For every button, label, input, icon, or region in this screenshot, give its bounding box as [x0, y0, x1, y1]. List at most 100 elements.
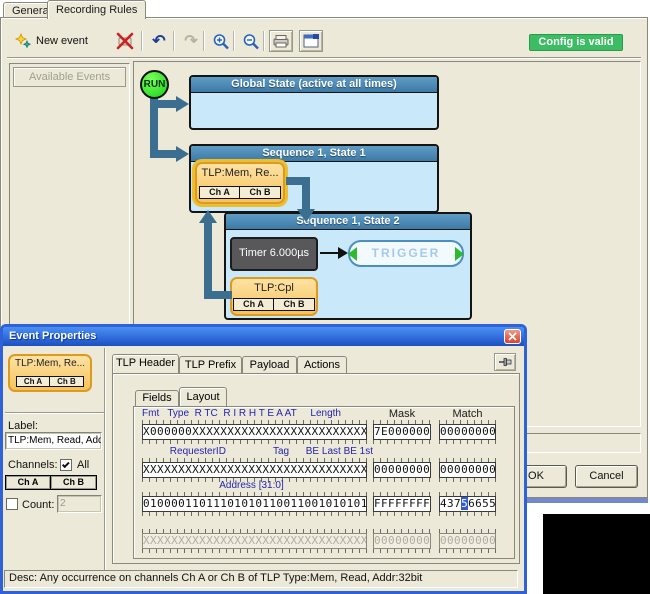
count-checkbox[interactable] — [6, 498, 18, 510]
tab-actions[interactable]: Actions — [297, 356, 347, 373]
pin-button[interactable] — [494, 353, 516, 371]
pushpin-icon — [498, 356, 513, 368]
tick-ruler — [439, 440, 496, 444]
tlp-mem-event[interactable]: TLP:Mem, Re... Ch A Ch B — [195, 162, 285, 204]
tick-ruler — [373, 440, 431, 444]
match-field[interactable]: 00000000 — [439, 462, 496, 478]
checkmark-icon — [61, 460, 69, 468]
bits-field[interactable]: X000000XXXXXXXXXXXXXXXXXXXXXXXXX — [142, 424, 367, 440]
match-text: 437 — [440, 497, 461, 510]
tab-tlp-header[interactable]: TLP Header — [112, 354, 179, 373]
tlp-cpl-event-label: TLP:Cpl — [232, 282, 316, 294]
printer-icon — [272, 34, 290, 48]
undo-button[interactable] — [147, 30, 171, 52]
match-field[interactable]: 00000000 — [439, 424, 496, 440]
bits-field[interactable]: 01000011011101010110011001010101 — [142, 496, 367, 512]
timer-node[interactable]: Timer 6.000µs — [230, 237, 318, 271]
event-properties-dialog: Event Properties TLP:Mem, Re... Ch A Ch … — [0, 324, 527, 594]
trigger-node[interactable]: TRIGGER — [348, 240, 464, 267]
match-field: 00000000 — [439, 533, 496, 549]
match-field-group: 00000000 — [439, 529, 496, 553]
toolbar-separator — [263, 31, 265, 51]
arrowhead-to-state2 — [297, 209, 315, 222]
column-separator — [104, 348, 106, 586]
bits-field-group: X000000XXXXXXXXXXXXXXXXXXXXXXXXX — [142, 420, 367, 444]
channel-b-button[interactable]: Ch B — [274, 298, 315, 311]
channel-a-button[interactable]: Ch A — [5, 475, 51, 490]
seq1-state2-title: Sequence 1, State 2 — [226, 214, 470, 230]
zoom-out-button[interactable] — [239, 30, 263, 52]
bit-row-caption: Address [31:0] — [142, 480, 284, 491]
layout-panel: Fmt Type R TC R I R H T E A AT Length Ma… — [133, 406, 515, 559]
print-view-button[interactable] — [269, 30, 293, 52]
all-channels-label: All — [77, 459, 89, 471]
match-field-group: 00000000 — [439, 458, 496, 482]
connector-timer-to-trigger — [320, 252, 340, 254]
mask-field[interactable]: FFFFFFFF — [373, 496, 431, 512]
mask-field-group: FFFFFFFF — [373, 492, 431, 516]
new-event-button[interactable]: New event — [15, 30, 88, 52]
mask-field[interactable]: 7E000000 — [373, 424, 431, 440]
cancel-button[interactable]: Cancel — [575, 465, 638, 488]
toolbar-divider — [7, 57, 641, 59]
channels-caption: Channels: — [8, 459, 58, 471]
channel-b-button[interactable]: Ch B — [51, 475, 97, 490]
mask-field-group: 00000000 — [373, 529, 431, 553]
bit-row-dw0: Fmt Type R TC R I R H T E A AT Length Ma… — [134, 408, 514, 446]
tick-ruler — [373, 549, 431, 553]
event-preview: TLP:Mem, Re... Ch A Ch B — [8, 354, 92, 392]
black-overlay — [543, 514, 650, 594]
label-input[interactable]: TLP:Mem, Read, Addr: — [5, 432, 102, 450]
tab-payload[interactable]: Payload — [242, 356, 297, 373]
arrowhead-back-to-state1 — [199, 210, 217, 223]
trigger-left-cap-icon — [348, 247, 357, 261]
channel-buttons: Ch A Ch B — [5, 475, 97, 490]
count-caption: Count: — [22, 499, 54, 511]
delete-event-icon — [115, 32, 135, 50]
channel-b-button[interactable]: Ch B — [240, 186, 281, 199]
tlp-cpl-event[interactable]: TLP:Cpl Ch A Ch B — [230, 277, 318, 316]
subtab-fields[interactable]: Fields — [135, 390, 179, 406]
tab-recording-rules[interactable]: Recording Rules — [47, 0, 146, 19]
delete-event-button[interactable] — [113, 30, 137, 52]
bit-row-address: Address [31:0] 0100001101110101011001100… — [134, 480, 514, 518]
channel-a-button[interactable]: Ch A — [233, 298, 274, 311]
match-field-group: 43756655 — [439, 492, 496, 516]
arrowhead-to-state1 — [176, 146, 189, 162]
bit-row-disabled: XXXXXXXXXXXXXXXXXXXXXXXXXXXXXXXX 0000000… — [134, 517, 514, 555]
connector-cpl-vertical — [204, 222, 212, 299]
bits-field-group: 01000011011101010110011001010101 — [142, 492, 367, 516]
tab-tlp-prefix[interactable]: TLP Prefix — [179, 356, 242, 373]
subtab-layout[interactable]: Layout — [179, 387, 227, 406]
bits-field: XXXXXXXXXXXXXXXXXXXXXXXXXXXXXXXX — [142, 533, 367, 549]
global-state-box[interactable]: Global State (active at all times) — [189, 75, 439, 130]
label-caption: Label: — [8, 420, 38, 432]
tick-ruler — [439, 549, 496, 553]
properties-view-button[interactable] — [299, 30, 323, 52]
bits-field[interactable]: XXXXXXXXXXXXXXXXXXXXXXXXXXXXXXXX — [142, 462, 367, 478]
redo-button[interactable] — [179, 30, 203, 52]
dialog-content: TLP:Mem, Re... Ch A Ch B Label: TLP:Mem,… — [3, 346, 524, 591]
all-channels-checkbox[interactable] — [60, 459, 72, 471]
bits-field-group: XXXXXXXXXXXXXXXXXXXXXXXXXXXXXXXX — [142, 529, 367, 553]
zoom-in-button[interactable] — [209, 30, 233, 52]
close-button[interactable] — [504, 329, 521, 344]
toolbar-separator — [141, 31, 143, 51]
tick-ruler — [142, 549, 367, 553]
left-separator — [5, 412, 104, 414]
tab-general-label: General — [12, 5, 51, 17]
tlp-header-panel: Fields Layout Fmt Type R TC R I R H T E … — [112, 373, 520, 564]
tlp-mem-channels: Ch A Ch B — [197, 186, 283, 199]
mask-field[interactable]: 00000000 — [373, 462, 431, 478]
run-node[interactable]: RUN — [140, 70, 169, 99]
count-input[interactable]: 2 — [57, 495, 102, 513]
trigger-label: TRIGGER — [372, 246, 441, 260]
global-state-title: Global State (active at all times) — [191, 77, 437, 93]
connector-run-to-state1 — [150, 150, 178, 158]
config-status-badge: Config is valid — [529, 34, 623, 51]
zoom-in-icon — [212, 33, 230, 50]
dialog-titlebar[interactable]: Event Properties — [3, 327, 524, 346]
match-field[interactable]: 43756655 — [439, 496, 496, 512]
channel-a-button[interactable]: Ch A — [199, 186, 240, 199]
properties-icon — [303, 34, 319, 48]
